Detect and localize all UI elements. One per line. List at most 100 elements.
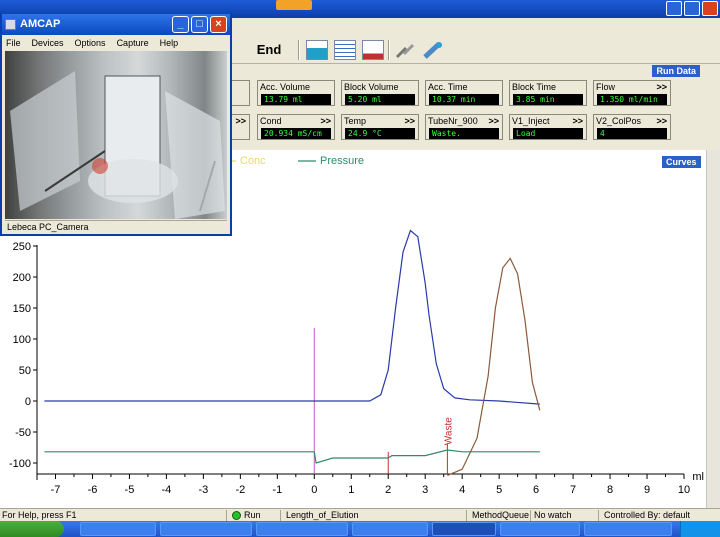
y-tick-label: 0 — [25, 396, 31, 408]
y-tick-label: -100 — [9, 458, 31, 470]
title-buttons — [666, 1, 718, 16]
taskbar-item[interactable] — [80, 522, 156, 536]
y-tick-label: 50 — [19, 365, 31, 377]
amcap-title: AMCAP — [20, 18, 61, 30]
block-time-cell[interactable]: Block Time 3.85 min — [509, 80, 587, 106]
status-watch: No watch — [534, 510, 572, 520]
cell-value: Waste. — [429, 128, 499, 139]
taskbar-item[interactable] — [432, 522, 496, 536]
expand-arrow[interactable]: >> — [235, 116, 246, 126]
cell-value: 10.37 min — [429, 94, 499, 105]
camera-preview — [5, 51, 227, 219]
cell-value: Load — [513, 128, 583, 139]
acc-volume-cell[interactable]: Acc. Volume 13.79 ml — [257, 80, 335, 106]
expand-arrow[interactable]: >> — [488, 116, 499, 126]
pencil-icon[interactable] — [394, 40, 416, 60]
x-axis-label: ml — [692, 471, 704, 483]
tube-number-cell[interactable]: TubeNr_900 >> Waste. — [425, 114, 503, 140]
x-tick-label: 5 — [496, 484, 502, 496]
temp-cell[interactable]: Temp >> 24.9 °C — [341, 114, 419, 140]
start-button[interactable] — [0, 521, 64, 537]
x-tick-label: 3 — [422, 484, 428, 496]
y-tick-label: -50 — [15, 427, 31, 439]
cell-label: Flow — [596, 82, 616, 92]
vertical-scrollbar[interactable] — [706, 150, 720, 508]
taskbar-item[interactable] — [256, 522, 348, 536]
close-button[interactable] — [702, 1, 718, 16]
x-tick-label: -2 — [235, 484, 245, 496]
amcap-window[interactable]: AMCAP _ □ × File Devices Options Capture… — [0, 14, 232, 236]
cell-value: 24.9 °C — [345, 128, 415, 139]
v2-colpos-cell[interactable]: V2_ColPos >> 4 — [593, 114, 671, 140]
run-data-label[interactable]: Run Data — [652, 65, 700, 77]
expand-arrow[interactable]: >> — [656, 82, 667, 92]
minimize-button[interactable] — [666, 1, 682, 16]
amcap-status: Lebeca PC_Camera — [5, 220, 227, 233]
taskbar-item[interactable] — [352, 522, 428, 536]
amcap-title-bar[interactable]: AMCAP _ □ × — [2, 14, 230, 35]
amcap-minimize-button[interactable]: _ — [172, 16, 189, 33]
cell-value: 3.85 min — [513, 94, 583, 105]
cell-label: Temp — [344, 116, 367, 126]
amcap-close-button[interactable]: × — [210, 16, 227, 33]
acc-time-cell[interactable]: Acc. Time 10.37 min — [425, 80, 503, 106]
maximize-button[interactable] — [684, 1, 700, 16]
status-length: Length_of_Elution — [286, 510, 359, 520]
taskbar-item[interactable] — [584, 522, 672, 536]
cond-cell[interactable]: Cond >> 20.934 mS/cm — [257, 114, 335, 140]
x-tick-label: 4 — [459, 484, 465, 496]
amcap-menu: File Devices Options Capture Help — [2, 35, 230, 51]
status-help: For Help, press F1 — [2, 510, 77, 520]
end-button[interactable]: End — [248, 40, 290, 60]
x-tick-label: -1 — [272, 484, 282, 496]
menu-help[interactable]: Help — [160, 35, 179, 51]
status-divider — [530, 510, 531, 521]
cell-label: Block Time — [512, 82, 557, 92]
taskbar — [0, 521, 720, 537]
block-volume-cell[interactable]: Block Volume 5.20 ml — [341, 80, 419, 106]
y-tick-label: 200 — [13, 272, 31, 284]
cell-label: Acc. Volume — [260, 82, 311, 92]
status-bar: For Help, press F1 Run Length_of_Elution… — [0, 508, 720, 521]
x-tick-label: -7 — [51, 484, 61, 496]
cell-label: Acc. Time — [428, 82, 468, 92]
status-divider — [466, 510, 467, 521]
status-divider — [226, 510, 227, 521]
status-divider — [280, 510, 281, 521]
x-tick-label: 7 — [570, 484, 576, 496]
cell-label: Cond — [260, 116, 282, 126]
curves-label[interactable]: Curves — [662, 156, 701, 168]
expand-arrow[interactable]: >> — [656, 116, 667, 126]
run-status-icon — [232, 511, 241, 520]
menu-file[interactable]: File — [6, 35, 21, 51]
toolbar-separator — [388, 40, 390, 60]
x-tick-label: 6 — [533, 484, 539, 496]
expand-arrow[interactable]: >> — [572, 116, 583, 126]
x-tick-label: 1 — [348, 484, 354, 496]
system-view-icon[interactable] — [306, 40, 328, 60]
expand-arrow[interactable]: >> — [320, 116, 331, 126]
camera-app-icon — [5, 19, 16, 30]
taskbar-item[interactable] — [500, 522, 580, 536]
y-tick-label: 150 — [13, 303, 31, 315]
status-run: Run — [244, 510, 261, 520]
x-tick-label: 0 — [311, 484, 317, 496]
taskbar-item[interactable] — [160, 522, 252, 536]
expand-arrow[interactable]: >> — [404, 116, 415, 126]
v1-inject-cell[interactable]: V1_Inject >> Load — [509, 114, 587, 140]
log-view-icon[interactable] — [334, 40, 356, 60]
x-tick-label: -5 — [125, 484, 135, 496]
cell-value: 4 — [597, 128, 667, 139]
toolbar-separator — [298, 40, 300, 60]
event-marker-label: Waste — [443, 417, 454, 445]
menu-devices[interactable]: Devices — [32, 35, 64, 51]
menu-capture[interactable]: Capture — [117, 35, 149, 51]
amcap-maximize-button[interactable]: □ — [191, 16, 208, 33]
x-tick-label: 8 — [607, 484, 613, 496]
syringe-icon[interactable] — [422, 40, 444, 60]
menu-options[interactable]: Options — [75, 35, 106, 51]
flow-cell[interactable]: Flow >> 1.350 ml/min — [593, 80, 671, 106]
legend-label: Conc — [240, 155, 266, 167]
cell-value: 20.934 mS/cm — [261, 128, 331, 139]
chart-view-icon[interactable] — [362, 40, 384, 60]
